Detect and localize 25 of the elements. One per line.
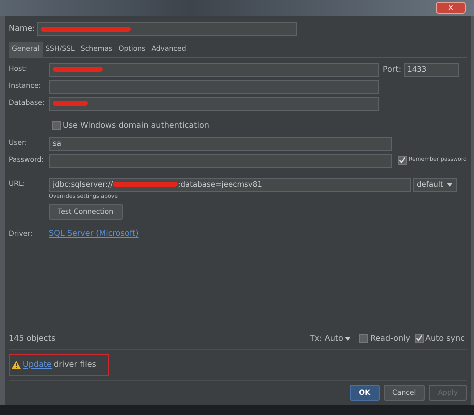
database-field[interactable] (49, 96, 379, 110)
checkbox[interactable] (359, 334, 368, 343)
checkbox[interactable] (52, 121, 61, 130)
password-field[interactable] (49, 154, 392, 168)
checkbox-label: Read-only (370, 332, 410, 344)
objects-count: 145 objects (9, 332, 56, 344)
field-label: Name: (9, 23, 36, 35)
close-button[interactable]: x (436, 2, 466, 14)
caret-icon (447, 182, 453, 186)
checkbox[interactable] (398, 156, 407, 165)
warning-text: driver files (54, 358, 96, 370)
checkbox[interactable] (414, 334, 424, 343)
host-field[interactable] (49, 62, 379, 76)
tx-mode-dropdown[interactable]: Tx: Auto (310, 332, 352, 344)
caret-icon (345, 336, 352, 340)
instance-field[interactable] (49, 80, 379, 94)
name-field[interactable] (37, 22, 298, 36)
checkbox-label: Use Windows domain authentication (63, 120, 210, 132)
dropdown-value: Tx: Auto (310, 332, 344, 344)
update-link[interactable]: Update (23, 358, 52, 370)
checkbox-label: Auto sync (426, 332, 465, 344)
field-label: Port: (383, 64, 402, 76)
driver-link[interactable]: SQL Server (Microsoft) (49, 228, 139, 240)
warning-icon (12, 360, 21, 368)
redaction-mark (113, 182, 178, 187)
